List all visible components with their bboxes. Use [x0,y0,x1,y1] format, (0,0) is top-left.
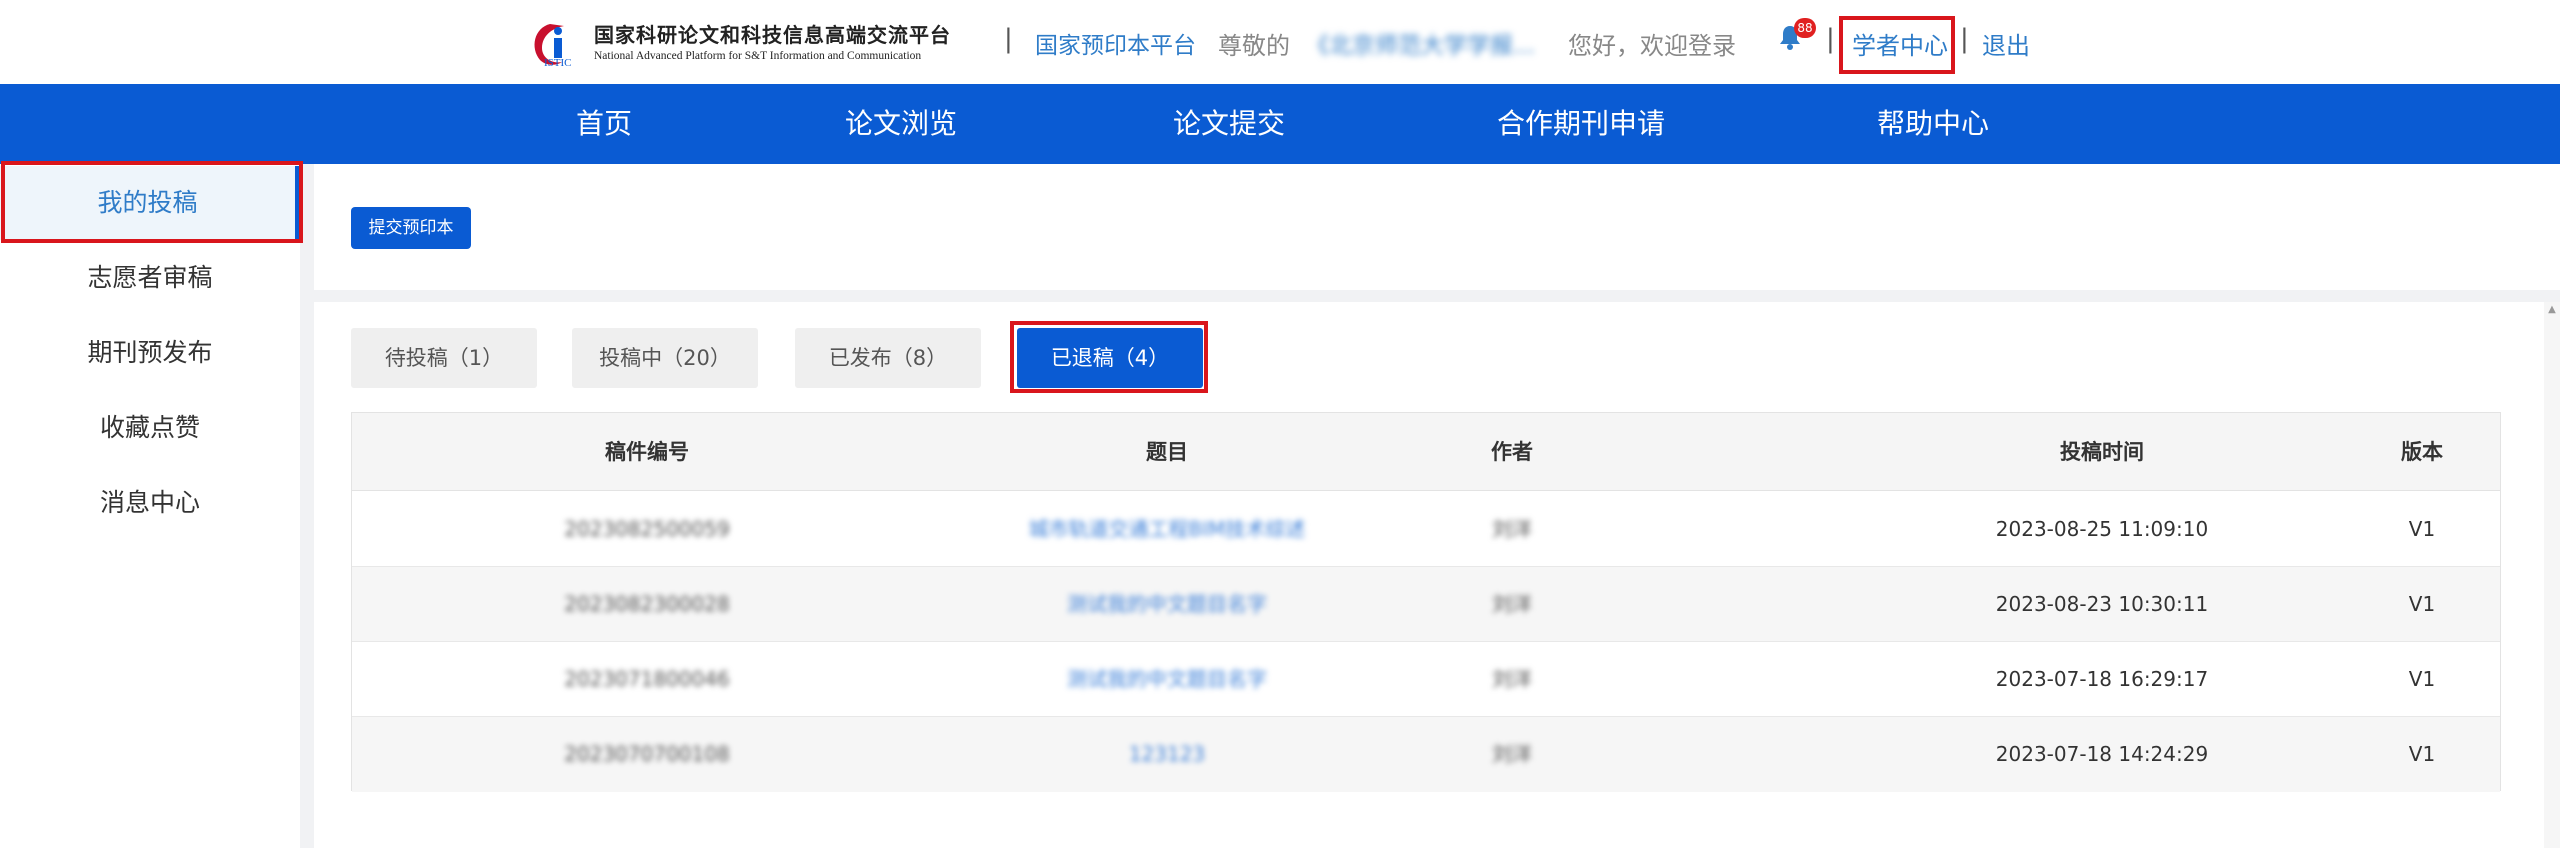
cell-id: 2023082500059 [564,517,730,541]
column-header-time: 投稿时间 [2060,440,2144,464]
cell-time: 2023-08-23 10:30:11 [1995,592,2209,616]
table-row[interactable]: 2023082300028 测试我的中文题目名字 刘洋 2023-08-23 1… [352,567,2500,642]
cell-title-link[interactable]: 城市轨道交通工程BIM技术综述 [982,492,1352,567]
cell-time: 2023-07-18 14:24:29 [1995,742,2209,766]
main-nav: 首页 论文浏览 论文提交 合作期刊申请 帮助中心 [0,84,2560,164]
nav-help-center[interactable]: 帮助中心 [1877,84,1989,164]
sidebar: 我的投稿 志愿者审稿 期刊预发布 收藏点赞 消息中心 [0,164,300,848]
column-header-id: 稿件编号 [605,440,689,464]
column-header-version: 版本 [2401,440,2443,464]
nav-home[interactable]: 首页 [576,84,632,164]
scroll-up-arrow-icon[interactable]: ▲ [2544,302,2560,318]
nav-submit-paper[interactable]: 论文提交 [1173,84,1285,164]
highlight-box [1010,321,1208,393]
toolbar-panel [314,164,2560,290]
user-institution: 《北京师范大学学报... [1306,33,1535,59]
cell-id: 2023070700108 [564,742,730,766]
cell-version: V1 [2408,592,2436,616]
table-row[interactable]: 2023070700108 123123 刘洋 2023-07-18 14:24… [352,717,2500,792]
cell-author: 刘洋 [1492,742,1532,766]
nav-browse-papers[interactable]: 论文浏览 [845,84,957,164]
header-separator: | [1960,24,1969,54]
cell-time: 2023-08-25 11:09:10 [1995,517,2209,541]
cell-id: 2023071800046 [564,667,730,691]
sidebar-item-favorites[interactable]: 收藏点赞 [0,391,300,465]
cell-id: 2023082300028 [564,592,730,616]
tab-pending[interactable]: 待投稿（1） [351,328,537,388]
cell-title-link[interactable]: 测试我的中文题目名字 [982,642,1352,717]
highlight-box [1839,16,1955,74]
tab-published[interactable]: 已发布（8） [795,328,981,388]
cell-author: 刘洋 [1492,517,1532,541]
preprint-platform-link[interactable]: 国家预印本平台 [1035,26,1196,60]
table-row[interactable]: 2023082500059 城市轨道交通工程BIM技术综述 刘洋 2023-08… [352,492,2500,567]
header-separator: | [1004,24,1013,54]
svg-text:ISTIC: ISTIC [544,57,572,68]
cell-version: V1 [2408,667,2436,691]
highlight-box [1,161,303,243]
submissions-table: 稿件编号 题目 作者 投稿时间 版本 2023082500059 城市轨道交通工… [351,412,2501,792]
column-header-author: 作者 [1491,440,1533,464]
sidebar-item-journal-prepublish[interactable]: 期刊预发布 [0,316,300,390]
welcome-text: 您好，欢迎登录 [1568,32,1736,60]
cell-time: 2023-07-18 16:29:17 [1995,667,2209,691]
header-separator: | [1826,24,1835,54]
table-row[interactable]: 2023071800046 测试我的中文题目名字 刘洋 2023-07-18 1… [352,642,2500,717]
sidebar-item-volunteer-review[interactable]: 志愿者审稿 [0,241,300,315]
scrollbar[interactable] [2544,302,2560,848]
tab-in-review[interactable]: 投稿中（20） [572,328,758,388]
nav-journal-application[interactable]: 合作期刊申请 [1497,84,1665,164]
table-header: 稿件编号 题目 作者 投稿时间 版本 [352,413,2500,491]
column-header-title: 题目 [1146,440,1188,464]
sidebar-item-messages[interactable]: 消息中心 [0,466,300,540]
cell-version: V1 [2408,517,2436,541]
site-logo[interactable]: ISTIC 国家科研论文和科技信息高端交流平台 National Advance… [530,18,951,69]
cell-author: 刘洋 [1492,667,1532,691]
logo-title-cn: 国家科研论文和科技信息高端交流平台 [594,23,951,47]
istic-logo-icon: ISTIC [530,18,588,69]
cell-author: 刘洋 [1492,592,1532,616]
cell-version: V1 [2408,742,2436,766]
cell-title-link[interactable]: 测试我的中文题目名字 [982,567,1352,642]
logo-title-en: National Advanced Platform for S&T Infor… [594,50,922,62]
submit-preprint-button[interactable]: 提交预印本 [351,207,471,249]
cell-title-link[interactable]: 123123 [982,717,1352,792]
notification-badge: 88 [1794,18,1816,38]
greeting-prefix: 尊敬的 [1218,32,1290,60]
logout-link[interactable]: 退出 [1982,26,2030,61]
